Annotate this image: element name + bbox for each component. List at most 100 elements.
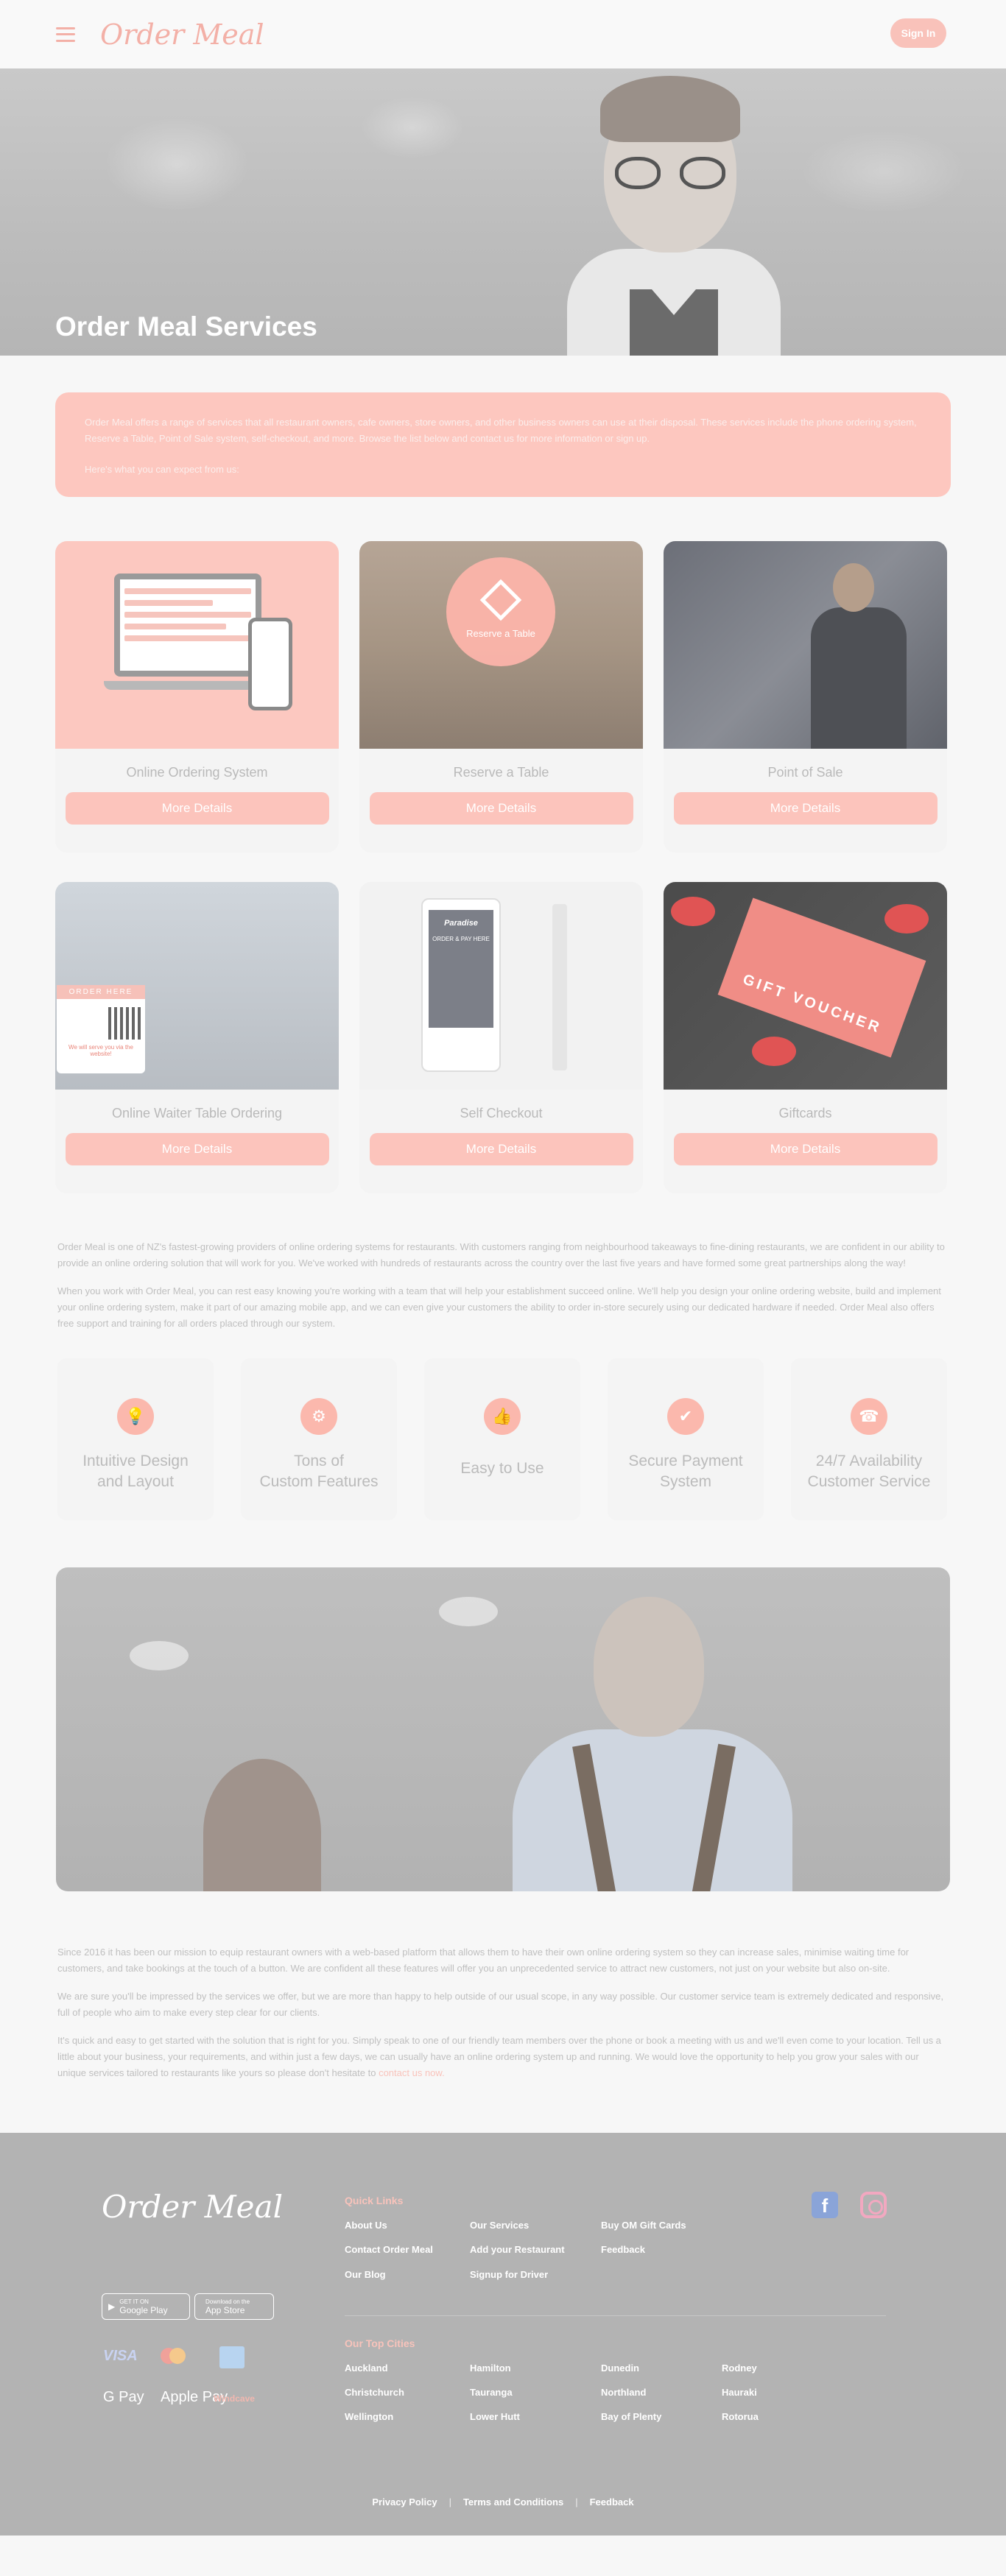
intro-paragraph: Order Meal offers a range of services th… bbox=[85, 417, 917, 444]
feature-label: Intuitive Design bbox=[82, 1453, 189, 1469]
quick-links-title: Quick Links bbox=[345, 2195, 404, 2206]
amex-icon bbox=[219, 2346, 245, 2368]
point-of-sale-image bbox=[664, 541, 947, 749]
visa-icon: VISA bbox=[103, 2348, 138, 2364]
app-store-label: App Store bbox=[205, 2304, 245, 2315]
footer-link-add-restaurant[interactable]: Add your Restaurant bbox=[470, 2244, 565, 2255]
hero-waiter-image bbox=[560, 68, 795, 356]
app-store-button[interactable]: Download on the App Store bbox=[194, 2293, 274, 2320]
closing-paragraph: It's quick and easy to get started with … bbox=[57, 2033, 949, 2081]
waiter-ordering-image: ORDER HERE We will serve you via the web… bbox=[55, 882, 339, 1090]
service-title: Reserve a Table bbox=[453, 765, 549, 780]
footer-bottom-links: Privacy Policy | Terms and Conditions | Feed… bbox=[372, 2496, 634, 2508]
reserve-badge-text: Reserve a Table bbox=[466, 627, 535, 639]
footer-link-driver[interactable]: Signup for Driver bbox=[470, 2269, 548, 2280]
service-card-giftcards: GIFT VOUCHER Giftcards More Details bbox=[664, 882, 947, 1193]
kiosk-brand: Paradise bbox=[444, 919, 478, 928]
footer-link-blog[interactable]: Our Blog bbox=[345, 2269, 386, 2280]
service-card-waiter-ordering: ORDER HERE We will serve you via the web… bbox=[55, 882, 339, 1193]
city-link[interactable]: Dunedin bbox=[601, 2362, 639, 2374]
footer-link-gift-cards[interactable]: Buy OM Gift Cards bbox=[601, 2220, 686, 2231]
intro-lead: Here's what you can expect from us: bbox=[85, 464, 239, 475]
city-link[interactable]: Wellington bbox=[345, 2411, 393, 2422]
city-link[interactable]: Hauraki bbox=[722, 2387, 757, 2398]
more-details-button[interactable]: More Details bbox=[65, 792, 329, 825]
order-here-sub: We will serve you via the website! bbox=[68, 1044, 133, 1057]
site-logo[interactable]: Order Meal bbox=[100, 18, 264, 51]
feature-card: ☎ 24/7 Availability Customer Service bbox=[791, 1358, 947, 1520]
gear-icon: ⚙ bbox=[300, 1398, 337, 1435]
features-row: 💡 Intuitive Design and Layout ⚙ Tons of Cu… bbox=[57, 1358, 949, 1520]
google-play-small: GET IT ON bbox=[119, 2298, 149, 2305]
feature-label: System bbox=[659, 1473, 711, 1490]
service-title: Point of Sale bbox=[767, 765, 843, 780]
service-title: Online Ordering System bbox=[126, 765, 268, 780]
city-link[interactable]: Hamilton bbox=[470, 2362, 511, 2374]
terms-link[interactable]: Terms and Conditions bbox=[463, 2496, 563, 2508]
city-link[interactable]: Northland bbox=[601, 2387, 646, 2398]
city-link[interactable]: Lower Hutt bbox=[470, 2411, 520, 2422]
city-link[interactable]: Rodney bbox=[722, 2362, 757, 2374]
closing-paragraph: We are sure you'll be impressed by the s… bbox=[57, 1991, 943, 2018]
google-play-label: Google Play bbox=[119, 2304, 168, 2315]
footer-logo[interactable]: Order Meal bbox=[102, 2189, 283, 2225]
site-footer: Order Meal ▶ GET IT ON Google Play Downlo… bbox=[0, 2133, 1006, 2536]
google-play-icon: ▶ bbox=[108, 2301, 116, 2312]
more-details-button[interactable]: More Details bbox=[65, 1133, 329, 1165]
order-here-card: ORDER HERE We will serve you via the web… bbox=[57, 985, 145, 1073]
city-link[interactable]: Rotorua bbox=[722, 2411, 759, 2422]
feature-label: Easy to Use bbox=[460, 1460, 544, 1477]
service-title: Self Checkout bbox=[460, 1106, 543, 1121]
service-title: Online Waiter Table Ordering bbox=[111, 1106, 283, 1121]
about-section: Order Meal is one of NZ's fastest-growin… bbox=[57, 1239, 949, 1332]
tag-icon bbox=[479, 579, 522, 621]
facebook-icon[interactable]: f bbox=[812, 2192, 838, 2218]
about-paragraph: When you work with Order Meal, you can r… bbox=[57, 1285, 941, 1329]
reserve-table-image: Reserve a Table bbox=[359, 541, 643, 749]
feature-card: 💡 Intuitive Design and Layout bbox=[57, 1358, 214, 1520]
feature-label: and Layout bbox=[97, 1473, 174, 1490]
top-cities-title: Our Top Cities bbox=[345, 2337, 415, 2349]
shield-check-icon: ✔ bbox=[667, 1398, 704, 1435]
feature-label: Secure Payment bbox=[628, 1453, 743, 1469]
closing-text: It's quick and easy to get started with … bbox=[57, 2035, 941, 2078]
footer-link-services[interactable]: Our Services bbox=[470, 2220, 529, 2231]
more-details-button[interactable]: More Details bbox=[673, 1133, 938, 1165]
city-link[interactable]: Bay of Plenty bbox=[601, 2411, 661, 2422]
more-details-button[interactable]: More Details bbox=[369, 792, 633, 825]
kiosk-device: Paradise ORDER & PAY HERE bbox=[421, 898, 501, 1072]
giftcards-image: GIFT VOUCHER bbox=[664, 882, 947, 1090]
contact-us-link[interactable]: contact us now. bbox=[379, 2067, 445, 2078]
google-play-button[interactable]: ▶ GET IT ON Google Play bbox=[102, 2293, 190, 2320]
footer-divider bbox=[345, 2315, 886, 2316]
footer-link-about[interactable]: About Us bbox=[345, 2220, 387, 2231]
order-here-label: ORDER HERE bbox=[57, 985, 145, 999]
sign-in-button[interactable]: Sign In bbox=[890, 18, 946, 48]
about-paragraph: Order Meal is one of NZ's fastest-growin… bbox=[57, 1241, 945, 1268]
hamburger-menu-icon[interactable] bbox=[56, 27, 75, 42]
windcave-icon: Windcave bbox=[214, 2393, 255, 2404]
more-details-button[interactable]: More Details bbox=[673, 792, 938, 825]
more-details-button[interactable]: More Details bbox=[369, 1133, 633, 1165]
self-checkout-image: Paradise ORDER & PAY HERE bbox=[359, 882, 643, 1090]
footer-link-feedback[interactable]: Feedback bbox=[601, 2244, 645, 2255]
site-header: Order Meal Sign In bbox=[0, 0, 1006, 68]
qr-code-icon bbox=[108, 1007, 141, 1040]
intro-box: Order Meal offers a range of services th… bbox=[55, 392, 951, 497]
feature-label: Customer Service bbox=[807, 1473, 931, 1490]
city-link[interactable]: Christchurch bbox=[345, 2387, 404, 2398]
service-card-self-checkout: Paradise ORDER & PAY HERE Self Checkout … bbox=[359, 882, 643, 1193]
waiter-photo bbox=[56, 1567, 950, 1891]
feature-card: ✔ Secure Payment System bbox=[608, 1358, 764, 1520]
city-link[interactable]: Tauranga bbox=[470, 2387, 513, 2398]
services-grid: Online Ordering System More Details Rese… bbox=[55, 541, 951, 1193]
instagram-icon[interactable] bbox=[860, 2192, 887, 2218]
city-link[interactable]: Auckland bbox=[345, 2362, 388, 2374]
feedback-link[interactable]: Feedback bbox=[590, 2496, 634, 2508]
lightbulb-icon: 💡 bbox=[117, 1398, 154, 1435]
feature-card: ⚙ Tons of Custom Features bbox=[241, 1358, 397, 1520]
footer-link-contact[interactable]: Contact Order Meal bbox=[345, 2244, 433, 2255]
feature-label: Tons of bbox=[294, 1453, 344, 1469]
privacy-policy-link[interactable]: Privacy Policy bbox=[372, 2496, 437, 2508]
service-card-online-ordering: Online Ordering System More Details bbox=[55, 541, 339, 853]
